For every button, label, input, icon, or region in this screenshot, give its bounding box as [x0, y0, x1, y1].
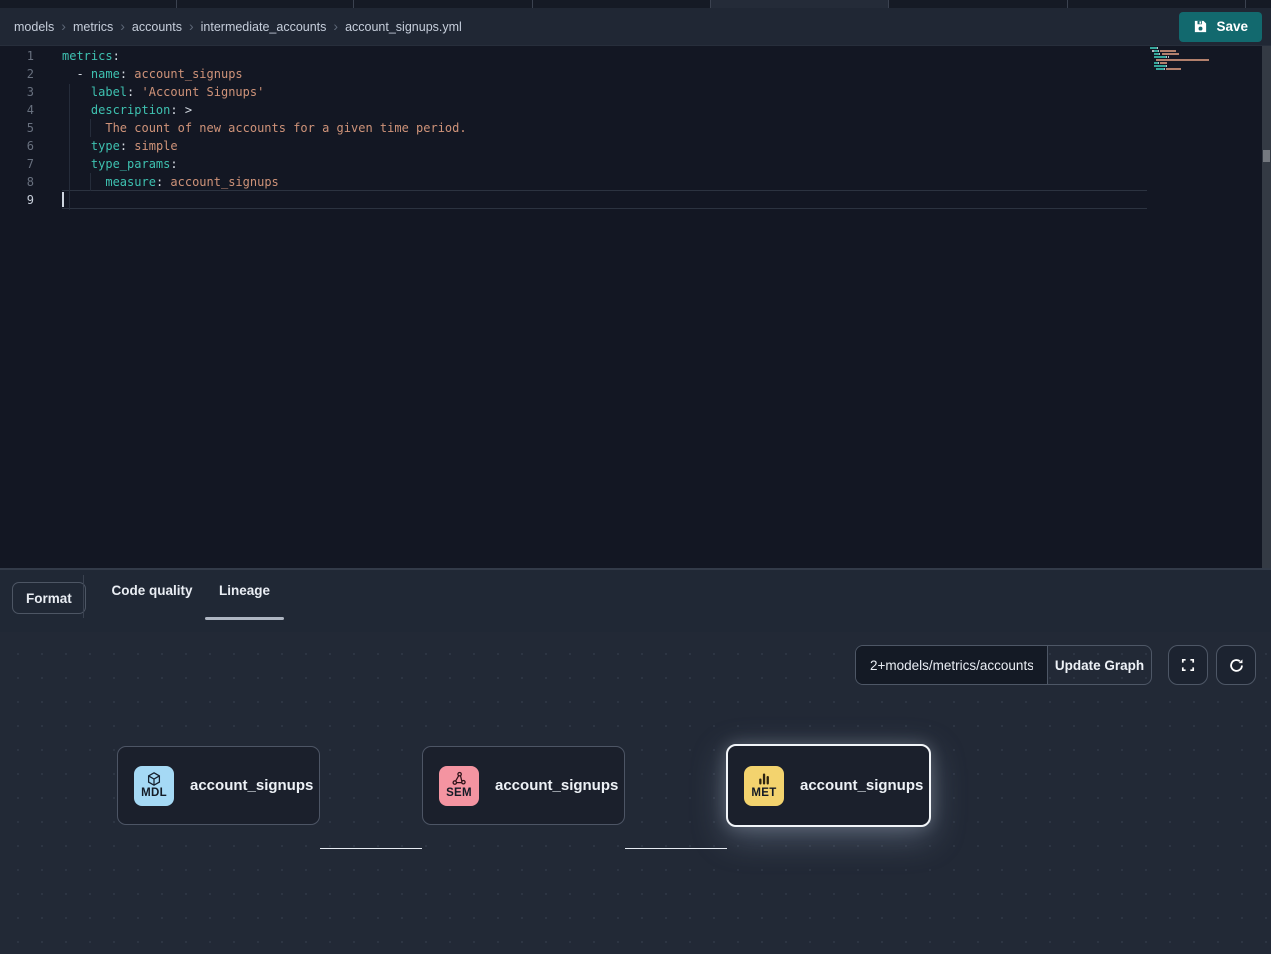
refresh-button[interactable] [1216, 645, 1256, 685]
chevron-right-icon: › [333, 19, 338, 35]
tab-label: Lineage [219, 583, 270, 598]
lineage-selector-input[interactable] [856, 646, 1047, 684]
line-number-gutter: 123456789 [0, 47, 34, 209]
editor-tab[interactable] [177, 0, 354, 8]
editor-tab-strip-spacer [1246, 0, 1271, 8]
refresh-icon [1228, 657, 1245, 674]
text-cursor [62, 192, 64, 207]
active-tab-underline [205, 617, 284, 620]
breadcrumb-item[interactable]: intermediate_accounts [201, 20, 327, 34]
editor-tab[interactable] [889, 0, 1068, 8]
metric-badge: MET [744, 766, 784, 806]
editor-tab[interactable] [533, 0, 711, 8]
semantic-model-badge: SEM [439, 766, 479, 806]
code-editor[interactable]: 123456789 metrics: - name: account_signu… [0, 46, 1262, 568]
lineage-node-metric-selected[interactable]: MET account_signups [726, 744, 931, 827]
breadcrumb: models › metrics › accounts › intermedia… [14, 19, 462, 35]
breadcrumb-item[interactable]: accounts [132, 20, 182, 34]
node-badge-label: MDL [141, 788, 167, 800]
chevron-right-icon: › [189, 19, 194, 35]
editor-tab[interactable] [354, 0, 533, 8]
breadcrumb-bar: models › metrics › accounts › intermedia… [0, 8, 1271, 46]
node-badge-label: SEM [446, 788, 472, 800]
editor-tab[interactable] [0, 0, 177, 8]
ide-window: models › metrics › accounts › intermedia… [0, 0, 1271, 954]
bar-chart-icon [756, 771, 772, 787]
node-label: account_signups [800, 777, 923, 794]
save-button-label: Save [1216, 19, 1248, 34]
editor-scrollbar[interactable] [1262, 46, 1271, 568]
semantic-graph-icon [451, 771, 467, 787]
tab-lineage[interactable]: Lineage [205, 583, 284, 619]
lineage-node-semantic-model[interactable]: SEM account_signups [422, 746, 625, 825]
breadcrumb-item[interactable]: metrics [73, 20, 113, 34]
code-content[interactable]: metrics: - name: account_signups label: … [62, 47, 467, 209]
node-label: account_signups [495, 777, 618, 794]
toolbar-divider [83, 575, 84, 618]
format-button[interactable]: Format [12, 582, 86, 614]
lineage-edge [320, 848, 422, 850]
lineage-selector-group: Update Graph [855, 645, 1152, 685]
editor-tab-active[interactable] [711, 0, 889, 8]
breadcrumb-item-current[interactable]: account_signups.yml [345, 20, 462, 34]
editor-minimap[interactable] [1150, 47, 1260, 74]
tab-label: Code quality [111, 583, 192, 598]
tab-code-quality[interactable]: Code quality [103, 583, 201, 619]
chevron-right-icon: › [61, 19, 66, 35]
bottom-panel: Format Code quality Lineage Update Graph [0, 570, 1271, 954]
breadcrumb-item[interactable]: models [14, 20, 54, 34]
model-badge: MDL [134, 766, 174, 806]
scrollbar-thumb[interactable] [1263, 150, 1270, 162]
lineage-canvas[interactable]: Update Graph [0, 632, 1271, 954]
cube-icon [146, 771, 162, 787]
editor-tab[interactable] [1068, 0, 1246, 8]
lineage-edge [625, 848, 727, 850]
node-badge-label: MET [751, 788, 776, 800]
floppy-disk-icon [1193, 19, 1208, 34]
editor-tab-strip [0, 0, 1271, 8]
update-graph-button[interactable]: Update Graph [1047, 646, 1151, 684]
lineage-node-model[interactable]: MDL account_signups [117, 746, 320, 825]
save-button[interactable]: Save [1179, 12, 1262, 42]
fullscreen-button[interactable] [1168, 645, 1208, 685]
fullscreen-expand-icon [1180, 657, 1196, 673]
chevron-right-icon: › [120, 19, 125, 35]
node-label: account_signups [190, 777, 313, 794]
